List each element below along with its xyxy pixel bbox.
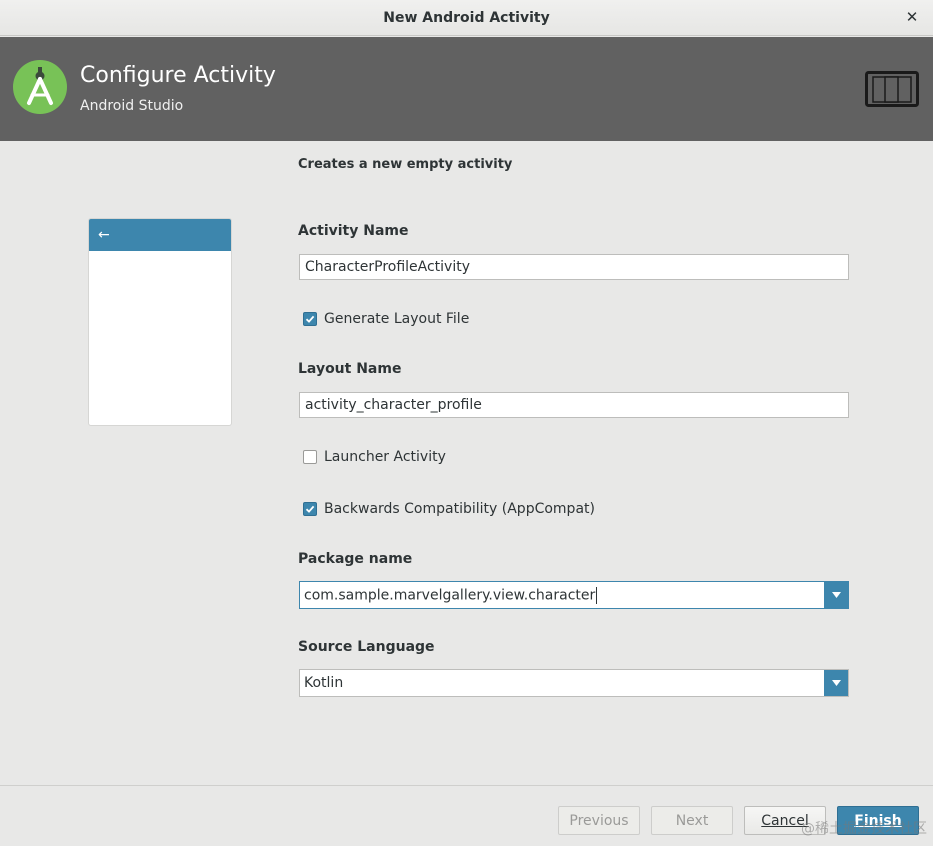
- next-button[interactable]: Next: [651, 806, 733, 835]
- package-name-input[interactable]: com.sample.marvelgallery.view.character: [300, 586, 824, 604]
- launcher-activity-checkbox[interactable]: Launcher Activity: [303, 449, 446, 465]
- backwards-compat-label: Backwards Compatibility (AppCompat): [324, 501, 595, 517]
- android-studio-logo-icon: [13, 60, 67, 114]
- activity-preview: ←: [88, 218, 232, 426]
- backwards-compat-checkbox[interactable]: Backwards Compatibility (AppCompat): [303, 501, 595, 517]
- window-titlebar: New Android Activity ✕: [0, 0, 933, 36]
- close-icon[interactable]: ✕: [903, 8, 921, 26]
- checkbox-checked-icon: [303, 502, 317, 516]
- tablet-phone-icon: [865, 71, 919, 107]
- package-name-label: Package name: [298, 551, 413, 567]
- window-title: New Android Activity: [383, 9, 550, 26]
- generate-layout-label: Generate Layout File: [324, 311, 470, 327]
- activity-name-label: Activity Name: [298, 223, 409, 239]
- activity-description: Creates a new empty activity: [298, 157, 513, 172]
- generate-layout-checkbox[interactable]: Generate Layout File: [303, 311, 469, 327]
- preview-app-bar: ←: [89, 219, 231, 251]
- launcher-activity-label: Launcher Activity: [324, 449, 446, 465]
- checkbox-unchecked-icon: [303, 450, 317, 464]
- package-name-value: com.sample.marvelgallery.view.character: [304, 587, 596, 603]
- chevron-down-icon[interactable]: [824, 670, 848, 696]
- layout-name-label: Layout Name: [298, 361, 402, 377]
- wizard-header: Configure Activity Android Studio: [0, 37, 933, 141]
- header-title: Configure Activity: [80, 63, 276, 88]
- source-language-select[interactable]: Kotlin: [299, 669, 849, 697]
- package-name-combo[interactable]: com.sample.marvelgallery.view.character: [299, 581, 849, 609]
- activity-name-input[interactable]: [299, 254, 849, 280]
- checkbox-checked-icon: [303, 312, 317, 326]
- arrow-left-icon: ←: [98, 227, 110, 243]
- source-language-value: Kotlin: [304, 675, 344, 691]
- footer-divider: [0, 785, 933, 786]
- chevron-down-icon[interactable]: [824, 582, 848, 608]
- source-language-label: Source Language: [298, 639, 435, 655]
- previous-button[interactable]: Previous: [558, 806, 640, 835]
- watermark: @稀土掘金技术社区: [801, 821, 927, 837]
- layout-name-input[interactable]: [299, 392, 849, 418]
- text-cursor: [596, 586, 598, 604]
- header-subtitle: Android Studio: [80, 98, 184, 114]
